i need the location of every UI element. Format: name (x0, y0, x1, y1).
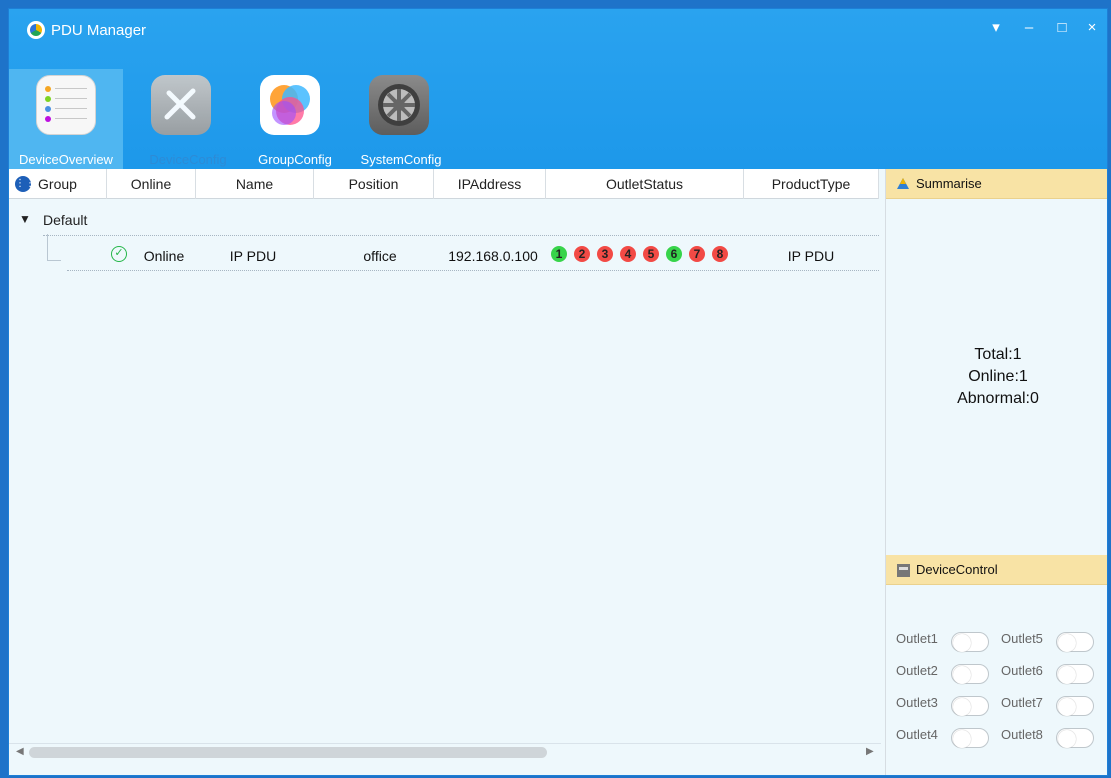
outlet1-toggle[interactable] (951, 632, 989, 652)
nav-device-overview[interactable]: DeviceOverview (9, 69, 123, 169)
outlet5-label: Outlet5 (1001, 631, 1043, 646)
device-list: ▼ Default ✓ Online IP PDU office 192.168… (9, 200, 881, 760)
device-position: office (363, 248, 397, 264)
summary-icon (896, 177, 910, 196)
minimize-icon[interactable]: – (1020, 19, 1038, 37)
device-table-header: ⋮⋮ Group Online Name Position IPAddress … (9, 169, 879, 199)
summary-header: Summarise (886, 169, 1107, 199)
column-outlet-status[interactable]: OutletStatus (546, 169, 744, 199)
online-check-icon: ✓ (111, 246, 127, 262)
device-control-title: DeviceControl (916, 562, 998, 577)
outlet-status-1: 1 (551, 246, 567, 262)
outlet-control-grid: Outlet1 Outlet5 Outlet2 Outlet6 Outlet3 … (886, 619, 1107, 769)
menu-dropdown-icon[interactable]: ▾ (987, 19, 1005, 37)
outlet-status-6: 6 (666, 246, 682, 262)
nav-system-config[interactable]: SystemConfig (351, 69, 451, 169)
window-title: PDU Manager (51, 22, 147, 39)
outlet3-toggle[interactable] (951, 696, 989, 716)
nav-label-device-config: DeviceConfig (149, 152, 227, 167)
nav-label-device-overview: DeviceOverview (19, 152, 113, 167)
outlet-status-7: 7 (689, 246, 705, 262)
outlet1-label: Outlet1 (896, 631, 938, 646)
column-ip-address[interactable]: IPAddress (434, 169, 546, 199)
device-control-header: DeviceControl (886, 555, 1107, 585)
outlet-status-3: 3 (597, 246, 613, 262)
outlet6-label: Outlet6 (1001, 663, 1043, 678)
tools-icon (151, 75, 211, 135)
list-icon (36, 75, 96, 135)
scroll-right-icon[interactable]: ▶ (866, 746, 874, 757)
outlet-status-2: 2 (574, 246, 590, 262)
circles-icon (260, 75, 320, 135)
outlet7-label: Outlet7 (1001, 695, 1043, 710)
nav-label-group-config: GroupConfig (258, 152, 332, 167)
outlet3-control[interactable]: Outlet3 (896, 695, 996, 721)
device-product-type: IP PDU (787, 248, 835, 264)
collapse-caret-icon[interactable]: ▼ (19, 212, 31, 226)
outlet-status-8: 8 (712, 246, 728, 262)
device-ip-address: 192.168.0.100 (448, 248, 538, 264)
nav-label-system-config: SystemConfig (360, 152, 442, 167)
outlet-status-4: 4 (620, 246, 636, 262)
outlet7-toggle[interactable] (1056, 696, 1094, 716)
outlet6-toggle[interactable] (1056, 664, 1094, 684)
close-icon[interactable]: × (1083, 19, 1101, 37)
gear-icon (369, 75, 429, 135)
outlet2-control[interactable]: Outlet2 (896, 663, 996, 689)
summary-abnormal: Abnormal:0 (957, 390, 1039, 407)
outlet6-control[interactable]: Outlet6 (1001, 663, 1101, 689)
scroll-left-icon[interactable]: ◀ (16, 746, 24, 757)
outlet5-control[interactable]: Outlet5 (1001, 631, 1101, 657)
outlet8-label: Outlet8 (1001, 727, 1043, 742)
column-online[interactable]: Online (107, 169, 196, 199)
horizontal-scrollbar[interactable]: ◀ ▶ (9, 743, 881, 760)
outlet-status-5: 5 (643, 246, 659, 262)
maximize-icon[interactable]: □ (1053, 19, 1071, 37)
outlet5-toggle[interactable] (1056, 632, 1094, 652)
column-name[interactable]: Name (196, 169, 314, 199)
column-position[interactable]: Position (314, 169, 434, 199)
outlet4-control[interactable]: Outlet4 (896, 727, 996, 753)
summary-online: Online:1 (968, 368, 1028, 385)
group-name: Default (43, 212, 88, 228)
summary-title: Summarise (916, 176, 982, 191)
row-divider (67, 270, 879, 271)
outlet2-toggle[interactable] (951, 664, 989, 684)
column-product-type[interactable]: ProductType (744, 169, 879, 199)
app-logo-icon (27, 21, 45, 39)
outlet3-label: Outlet3 (896, 695, 938, 710)
device-name: IP PDU (229, 248, 277, 264)
group-row-default[interactable]: ▼ Default (9, 208, 879, 232)
pdu-manager-window: PDU Manager ▾ – □ × DeviceOverview Devic… (8, 8, 1108, 776)
outlet8-toggle[interactable] (1056, 728, 1094, 748)
column-group[interactable]: Group (9, 169, 107, 199)
outlet7-control[interactable]: Outlet7 (1001, 695, 1101, 721)
outlet4-label: Outlet4 (896, 727, 938, 742)
nav-device-config[interactable]: DeviceConfig (131, 69, 245, 169)
outlet2-label: Outlet2 (896, 663, 938, 678)
group-divider (43, 235, 879, 236)
title-bar: PDU Manager ▾ – □ × DeviceOverview Devic… (9, 9, 1107, 169)
summary-counts: Total:1 Online:1 Abnormal:0 (886, 344, 1107, 410)
device-online-status: Online (143, 248, 185, 264)
right-panel: Summarise Total:1 Online:1 Abnormal:0 De… (885, 169, 1107, 775)
nav-group-config[interactable]: GroupConfig (245, 69, 345, 169)
summary-total: Total:1 (974, 346, 1022, 363)
scroll-thumb[interactable] (29, 747, 547, 758)
outlet8-control[interactable]: Outlet8 (1001, 727, 1101, 753)
device-control-icon (896, 563, 911, 583)
outlet1-control[interactable]: Outlet1 (896, 631, 996, 657)
outlet4-toggle[interactable] (951, 728, 989, 748)
